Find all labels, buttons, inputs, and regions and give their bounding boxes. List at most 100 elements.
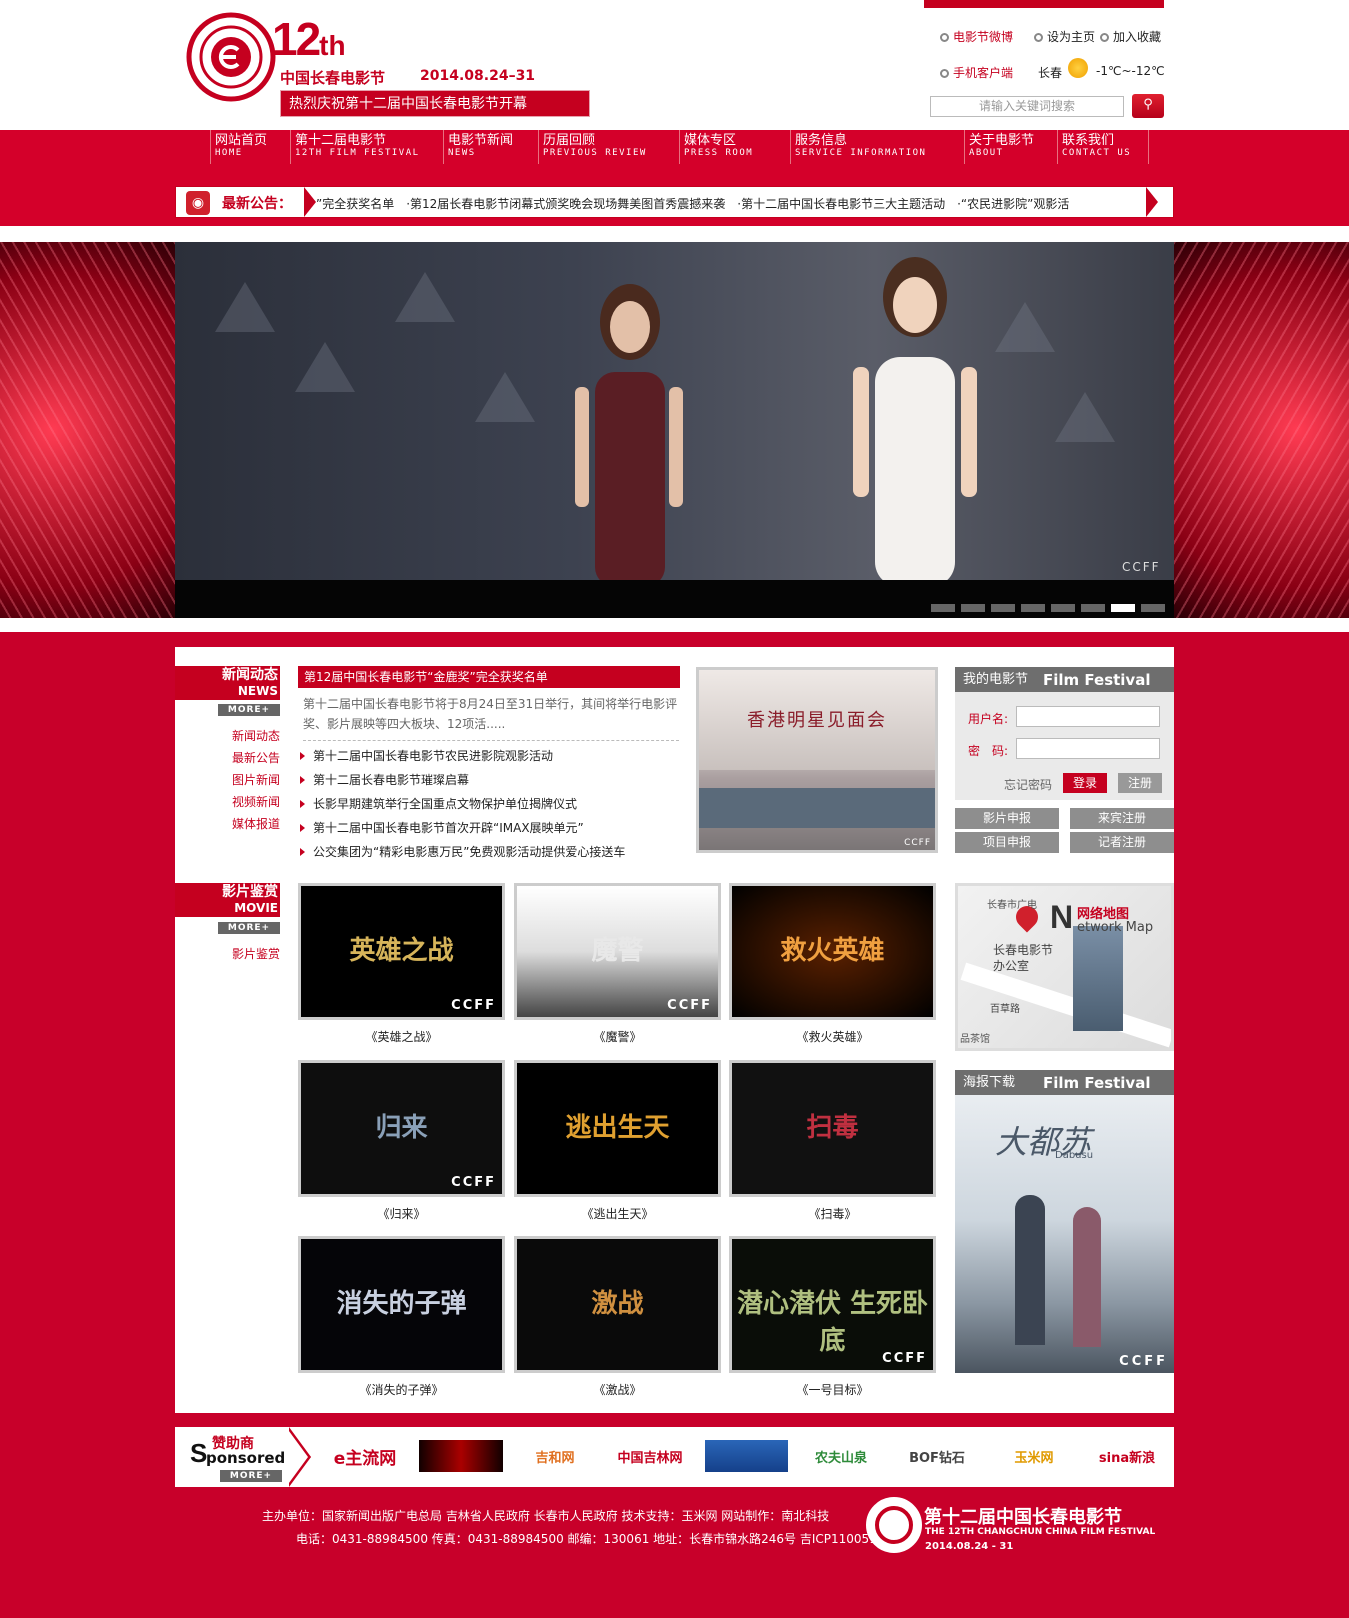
mobile-client-link[interactable]: 手机客户端 bbox=[940, 64, 1013, 81]
nav-item-12th-festival[interactable]: 第十二届电影节 12TH FILM FESTIVAL bbox=[290, 130, 443, 164]
decorative-sparkle-left bbox=[0, 242, 175, 618]
slider-dot[interactable] bbox=[1141, 604, 1165, 612]
sponsor-logo[interactable]: 玉米网 bbox=[994, 1440, 1074, 1472]
movie-thumbnail[interactable]: 潜心潜伏 生死卧底 CCFF bbox=[729, 1236, 936, 1373]
login-button[interactable]: 登录 bbox=[1063, 773, 1107, 793]
forgot-password-link[interactable]: 忘记密码 bbox=[1004, 776, 1052, 793]
movie-thumbnail[interactable]: 魔警 CCFF bbox=[514, 883, 721, 1020]
hero-caption-bar bbox=[175, 580, 1174, 618]
movie-caption[interactable]: 《魔警》 bbox=[514, 1028, 721, 1045]
film-submit-button[interactable]: 影片申报 bbox=[955, 808, 1059, 829]
slider-dot[interactable] bbox=[961, 604, 985, 612]
sponsor-title-en: ponsored bbox=[206, 1449, 286, 1467]
news-list-item[interactable]: 第十二届中国长春电影节首次开辟“IMAX展映单元” bbox=[300, 819, 584, 836]
movie-thumbnail[interactable]: 救火英雄 bbox=[729, 883, 936, 1020]
nav-item-home[interactable]: 网站首页 HOME bbox=[210, 130, 290, 164]
bullet-icon bbox=[940, 33, 949, 42]
search-input[interactable]: 请输入关键词搜索 bbox=[930, 96, 1124, 117]
movie-thumbnail[interactable]: 英雄之战 CCFF bbox=[298, 883, 505, 1020]
sponsor-logo[interactable]: 中国吉林网 bbox=[609, 1440, 691, 1472]
movie-caption[interactable]: 《救火英雄》 bbox=[729, 1028, 936, 1045]
ticker-text[interactable]: ”完全获奖名单 ·第12届长春电影节闭幕式颁奖晚会现场舞美图首秀震撼来袭 ·第十… bbox=[316, 195, 1151, 212]
movie-caption[interactable]: 《逃出生天》 bbox=[514, 1205, 721, 1222]
sponsor-logo[interactable]: 农夫山泉 bbox=[800, 1440, 882, 1472]
nav-item-contact[interactable]: 联系我们 CONTACT US bbox=[1057, 130, 1149, 164]
news-more-button[interactable]: MORE+ bbox=[218, 704, 280, 716]
movie-caption[interactable]: 《扫毒》 bbox=[729, 1205, 936, 1222]
search-button[interactable]: ⚲ bbox=[1132, 94, 1164, 118]
movie-thumbnail[interactable]: 归来 CCFF bbox=[298, 1060, 505, 1197]
sun-icon bbox=[1068, 58, 1088, 78]
slider-dot[interactable] bbox=[1021, 604, 1045, 612]
sponsor-logo[interactable]: e主流网 bbox=[325, 1440, 405, 1472]
poster-image[interactable]: 大都苏 Dabusu CCFF bbox=[955, 1095, 1174, 1373]
sublink-movies[interactable]: 影片鉴赏 bbox=[175, 945, 280, 962]
slider-dot[interactable] bbox=[1111, 604, 1135, 612]
sponsor-logo[interactable]: 吉和网 bbox=[517, 1440, 593, 1472]
sponsor-logo[interactable]: BOF钻石 bbox=[893, 1440, 981, 1472]
guest-register-button[interactable]: 来宾注册 bbox=[1070, 808, 1174, 829]
movie-poster-title: 消失的子弹 bbox=[336, 1289, 467, 1319]
movie-more-button[interactable]: MORE+ bbox=[218, 922, 280, 934]
logo-number: 12th bbox=[272, 13, 346, 65]
sublink-photo-news[interactable]: 图片新闻 bbox=[175, 771, 280, 788]
movie-thumbnail[interactable]: 逃出生天 bbox=[514, 1060, 721, 1197]
weibo-link[interactable]: 电影节微博 bbox=[940, 28, 1013, 45]
footer-organizers: 主办单位：国家新闻出版广电总局 吉林省人民政府 长春市人民政府 技术支持：玉米网… bbox=[262, 1509, 830, 1523]
add-favorite-link[interactable]: 加入收藏 bbox=[1100, 28, 1161, 45]
sponsor-logo[interactable]: sina新浪 bbox=[1092, 1440, 1162, 1472]
password-label: 密 码: bbox=[968, 744, 1009, 758]
slider-dot[interactable] bbox=[991, 604, 1015, 612]
weather-city: 长春 bbox=[1038, 66, 1063, 80]
news-list-item[interactable]: 第十二届中国长春电影节农民进影院观影活动 bbox=[300, 747, 553, 764]
footer-brand-en: THE 12TH CHANGCHUN CHINA FILM FESTIVAL bbox=[925, 1527, 1156, 1537]
slider-dot[interactable] bbox=[1051, 604, 1075, 612]
news-headline[interactable]: 第12届中国长春电影节“金鹿奖”完全获奖名单 bbox=[298, 666, 680, 688]
movie-poster-title: 扫毒 bbox=[806, 1113, 859, 1143]
project-submit-button[interactable]: 项目申报 bbox=[955, 832, 1059, 853]
news-list-item[interactable]: 长影早期建筑举行全国重点文物保护单位揭牌仪式 bbox=[300, 795, 577, 812]
password-input[interactable] bbox=[1016, 738, 1160, 759]
slider-dot[interactable] bbox=[931, 604, 955, 612]
news-section-title: 新闻动态 NEWS bbox=[175, 666, 280, 700]
slider-dot[interactable] bbox=[1081, 604, 1105, 612]
photo-figure bbox=[575, 284, 683, 580]
nav-item-press-room[interactable]: 媒体专区 PRESS ROOM bbox=[679, 130, 790, 164]
movie-thumbnail[interactable]: 消失的子弹 bbox=[298, 1236, 505, 1373]
map-bottom-label: 品茶馆 bbox=[960, 1034, 990, 1045]
nav-item-about[interactable]: 关于电影节 ABOUT bbox=[964, 130, 1057, 164]
sponsor-logo[interactable] bbox=[419, 1440, 503, 1472]
poster-watermark: CCFF bbox=[1119, 1354, 1168, 1369]
news-summary: 第十二届中国长春电影节将于8月24日至31日举行，其间将举行电影评奖、影片展映等… bbox=[303, 694, 679, 741]
movie-caption[interactable]: 《英雄之战》 bbox=[298, 1028, 505, 1045]
sponsor-logo[interactable] bbox=[705, 1440, 788, 1472]
sponsor-more-button[interactable]: MORE+ bbox=[220, 1470, 282, 1482]
sublink-news[interactable]: 新闻动态 bbox=[175, 727, 280, 744]
bullet-icon bbox=[940, 69, 949, 78]
nav-item-news[interactable]: 电影节新闻 NEWS bbox=[443, 130, 538, 164]
news-list-item[interactable]: 公交集团为“精彩电影惠万民”免费观影活动提供爱心接送车 bbox=[300, 843, 625, 860]
username-input[interactable] bbox=[1016, 706, 1160, 727]
journalist-register-button[interactable]: 记者注册 bbox=[1070, 832, 1174, 853]
news-photo[interactable]: 香港明星见面会 CCFF bbox=[696, 667, 938, 853]
festival-logo[interactable] bbox=[186, 12, 276, 102]
movie-caption[interactable]: 《激战》 bbox=[514, 1381, 721, 1398]
nav-item-service-info[interactable]: 服务信息 SERVICE INFORMATION bbox=[790, 130, 964, 164]
chevron-right-icon bbox=[1146, 187, 1158, 217]
sublink-video-news[interactable]: 视频新闻 bbox=[175, 793, 280, 810]
register-button[interactable]: 注册 bbox=[1118, 773, 1162, 793]
hero-slide-image[interactable] bbox=[175, 242, 1174, 580]
set-homepage-link[interactable]: 设为主页 bbox=[1034, 28, 1095, 45]
news-list-item[interactable]: 第十二届长春电影节璀璨启幕 bbox=[300, 771, 469, 788]
movie-caption[interactable]: 《一号目标》 bbox=[729, 1381, 936, 1398]
sublink-media-reports[interactable]: 媒体报道 bbox=[175, 815, 280, 832]
movie-poster-title: 英雄之战 bbox=[349, 936, 454, 966]
map-title-letter: N bbox=[1050, 899, 1074, 935]
movie-thumbnail[interactable]: 扫毒 bbox=[729, 1060, 936, 1197]
sublink-announcements[interactable]: 最新公告 bbox=[175, 749, 280, 766]
member-box-title: 我的电影节 Film Festival bbox=[955, 667, 1174, 692]
movie-thumbnail[interactable]: 激战 bbox=[514, 1236, 721, 1373]
nav-item-previous-review[interactable]: 历届回顾 PREVIOUS REVIEW bbox=[538, 130, 679, 164]
movie-caption[interactable]: 《消失的子弹》 bbox=[298, 1381, 505, 1398]
movie-caption[interactable]: 《归来》 bbox=[298, 1205, 505, 1222]
